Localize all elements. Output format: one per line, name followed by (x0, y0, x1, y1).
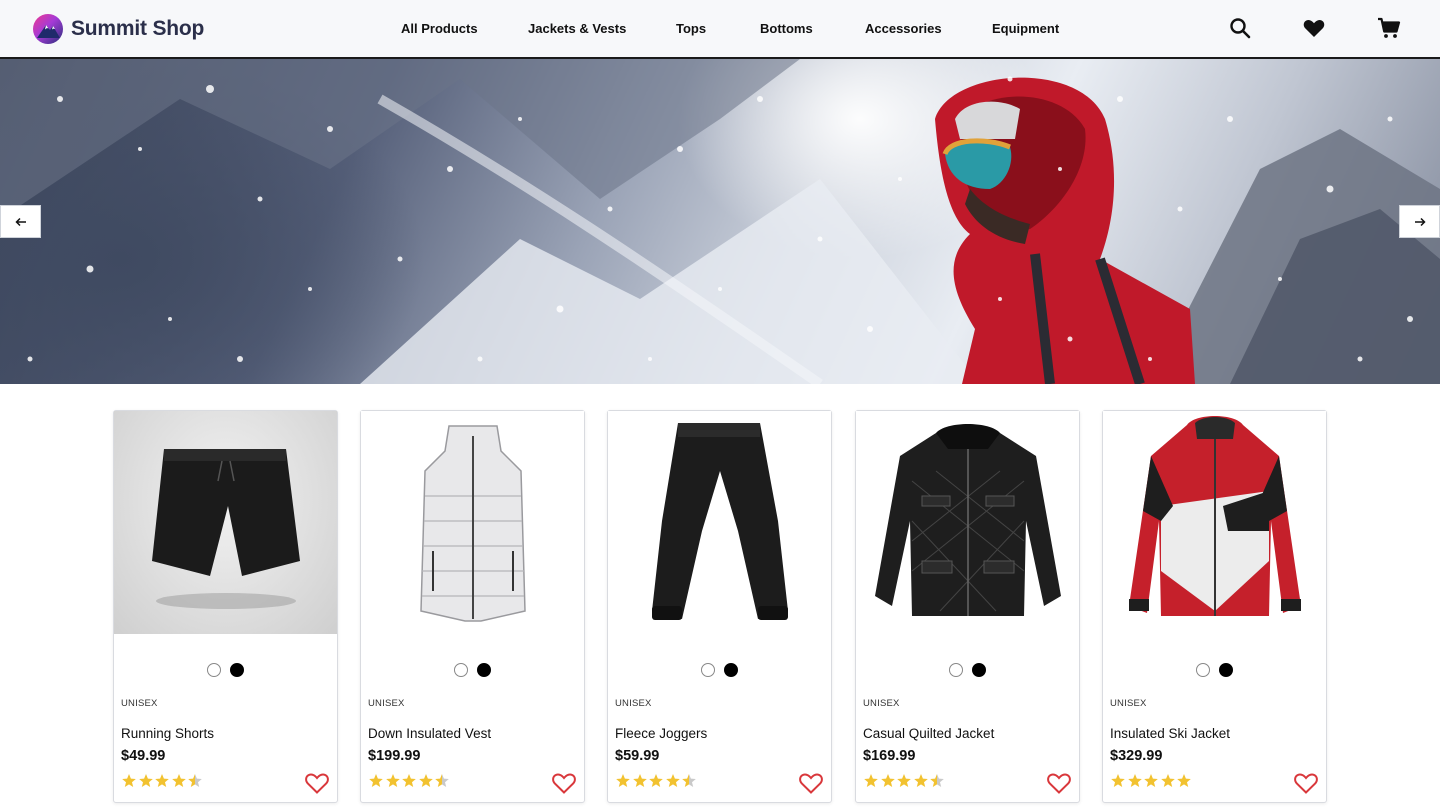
star-icon (138, 774, 153, 787)
product-card[interactable]: UNISEX Insulated Ski Jacket $329.99 (1102, 410, 1327, 803)
product-price: $169.99 (863, 748, 916, 764)
swatch-white[interactable] (207, 663, 221, 677)
product-gender: UNISEX (863, 698, 900, 709)
wishlist-heart-icon[interactable] (1046, 771, 1072, 795)
arrow-left-icon (14, 217, 26, 226)
wishlist-heart-icon[interactable] (798, 771, 824, 795)
star-icon (665, 774, 680, 787)
star-icon (682, 774, 696, 787)
color-swatches (361, 663, 584, 677)
color-swatches (114, 663, 337, 677)
product-name[interactable]: Fleece Joggers (615, 726, 707, 741)
star-icon (1177, 774, 1191, 787)
product-card[interactable]: UNISEX Down Insulated Vest $199.99 (360, 410, 585, 803)
wishlist-heart-icon[interactable] (551, 771, 577, 795)
nav-jackets-vests[interactable]: Jackets & Vests (528, 21, 626, 36)
swatch-black[interactable] (477, 663, 491, 677)
star-icon (435, 774, 449, 787)
heart-icon[interactable] (1302, 16, 1326, 40)
product-image-fleece-joggers (608, 411, 831, 634)
swatch-white[interactable] (1196, 663, 1210, 677)
star-rating (615, 773, 698, 791)
star-icon (188, 774, 202, 787)
color-swatches (608, 663, 831, 677)
star-icon (171, 774, 186, 787)
product-name[interactable]: Down Insulated Vest (368, 726, 491, 741)
product-gender: UNISEX (1110, 698, 1147, 709)
star-icon (385, 774, 400, 787)
star-icon (649, 774, 663, 787)
star-rating (863, 773, 946, 791)
product-price: $59.99 (615, 748, 660, 764)
product-card[interactable]: UNISEX Fleece Joggers $59.99 (607, 410, 832, 803)
star-rating (1110, 773, 1193, 791)
arrow-right-icon (1414, 217, 1426, 226)
star-icon (1160, 774, 1175, 787)
swatch-white[interactable] (454, 663, 468, 677)
star-icon (122, 774, 136, 787)
hero-next-button[interactable] (1399, 205, 1440, 238)
star-icon (897, 774, 911, 787)
star-icon (913, 774, 928, 787)
star-icon (930, 774, 944, 787)
nav-tops[interactable]: Tops (676, 21, 706, 36)
product-image-down-insulated-vest (361, 411, 584, 634)
product-card[interactable]: UNISEX Running Shorts $49.99 (113, 410, 338, 803)
star-icon (1111, 774, 1125, 787)
swatch-white[interactable] (949, 663, 963, 677)
search-icon[interactable] (1228, 16, 1252, 40)
product-gender: UNISEX (121, 698, 158, 709)
star-rating (368, 773, 451, 791)
swatch-black[interactable] (724, 663, 738, 677)
hero-image (0, 59, 1440, 384)
star-icon (369, 774, 383, 787)
hero-prev-button[interactable] (0, 205, 41, 238)
product-image-casual-quilted-jacket (856, 411, 1079, 634)
cart-icon[interactable] (1377, 16, 1401, 40)
product-price: $199.99 (368, 748, 421, 764)
star-icon (155, 774, 169, 787)
nav-bottoms[interactable]: Bottoms (760, 21, 813, 36)
mountain-logo-icon (33, 14, 63, 44)
nav-accessories[interactable]: Accessories (865, 21, 942, 36)
product-name[interactable]: Insulated Ski Jacket (1110, 726, 1230, 741)
star-rating (121, 773, 204, 791)
swatch-black[interactable] (972, 663, 986, 677)
product-name[interactable]: Running Shorts (121, 726, 214, 741)
star-icon (632, 774, 647, 787)
star-icon (864, 774, 878, 787)
wishlist-heart-icon[interactable] (304, 771, 330, 795)
product-image-insulated-ski-jacket (1103, 411, 1326, 634)
swatch-black[interactable] (1219, 663, 1233, 677)
star-icon (418, 774, 433, 787)
brand-name: Summit Shop (71, 17, 205, 40)
product-image-running-shorts (114, 411, 337, 634)
star-icon (1127, 774, 1142, 787)
product-price: $329.99 (1110, 748, 1163, 764)
swatch-black[interactable] (230, 663, 244, 677)
nav-equipment[interactable]: Equipment (992, 21, 1059, 36)
color-swatches (856, 663, 1079, 677)
product-gender: UNISEX (368, 698, 405, 709)
product-name[interactable]: Casual Quilted Jacket (863, 726, 994, 741)
nav-all-products[interactable]: All Products (401, 21, 478, 36)
hero-banner (0, 59, 1440, 384)
star-icon (402, 774, 416, 787)
wishlist-heart-icon[interactable] (1293, 771, 1319, 795)
color-swatches (1103, 663, 1326, 677)
product-price: $49.99 (121, 748, 166, 764)
swatch-white[interactable] (701, 663, 715, 677)
product-gender: UNISEX (615, 698, 652, 709)
product-card[interactable]: UNISEX Casual Quilted Jacket $169.99 (855, 410, 1080, 803)
star-icon (1144, 774, 1158, 787)
star-icon (616, 774, 630, 787)
site-header: Summit Shop All Products Jackets & Vests… (0, 0, 1440, 59)
star-icon (880, 774, 895, 787)
brand-logo[interactable]: Summit Shop (33, 14, 204, 44)
